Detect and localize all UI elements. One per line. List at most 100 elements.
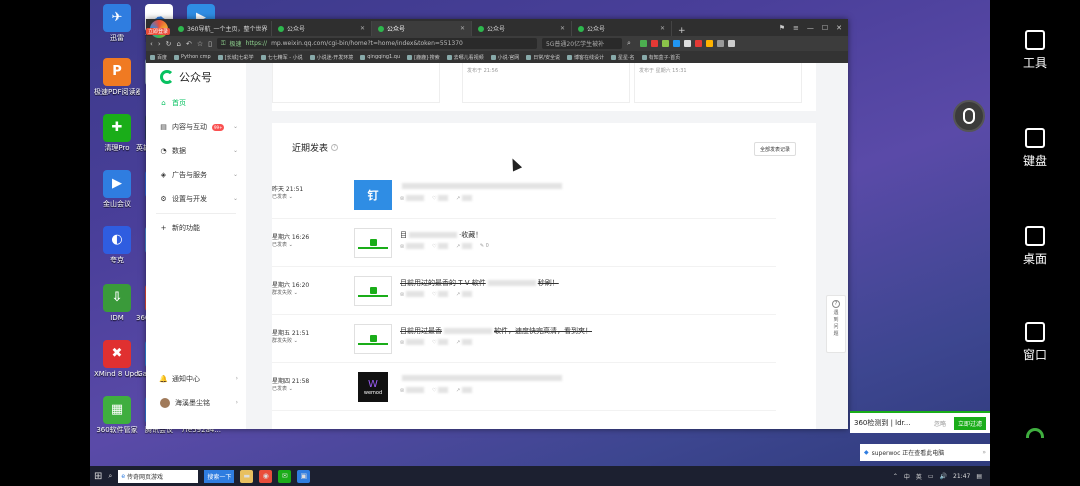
tab-close-icon[interactable]: ✕ (460, 25, 465, 32)
post-title[interactable] (400, 182, 564, 190)
browser-360-icon[interactable]: ◉ (259, 469, 273, 483)
back-icon[interactable]: ‹ (150, 40, 153, 48)
extension-icon[interactable] (672, 40, 680, 47)
tab-close-icon[interactable]: ✕ (560, 25, 565, 32)
top-card[interactable]: 发布于 21:56 (462, 63, 630, 103)
extension-icon[interactable] (716, 40, 724, 47)
post-status[interactable]: 已发表 ⌄ (272, 193, 293, 200)
desktop-icon[interactable]: ✈ 迅雷 (94, 4, 140, 42)
browser-tab[interactable]: 公众号 ✕ (572, 21, 672, 36)
sidebar-icon[interactable]: ▯ (208, 40, 212, 48)
extension-icon[interactable] (661, 40, 669, 47)
post-row[interactable]: 星期五 21:51 群发失败 ⌄ 目前用过最香 软件，速度快完高清，看到爽！ ◎ ♡ ↗ (272, 315, 776, 363)
app-icon[interactable]: ▣ (297, 469, 311, 483)
panel-button[interactable]: 窗口 (990, 322, 1080, 363)
all-records-button[interactable]: 全部发表记录 (753, 142, 796, 156)
search-icon[interactable]: ⌕ (627, 39, 631, 48)
browser-search-box[interactable]: 5G普通20亿学生被补 (541, 38, 622, 49)
extension-icon[interactable] (683, 40, 691, 47)
popup-action-button[interactable]: 立即过滤 (953, 416, 986, 430)
bookmark-item[interactable]: 有知盒子·首页 (641, 54, 680, 61)
desktop-icon[interactable]: ◐ 夸克 (94, 226, 140, 264)
extension-icon[interactable] (705, 40, 713, 47)
lang-label[interactable]: 英 (916, 472, 922, 481)
tab-close-icon[interactable]: ✕ (660, 25, 665, 32)
bookmark-item[interactable]: [长城]七彩学 (217, 54, 254, 61)
sidebar-item[interactable]: ▤ 内容与互动 99+ ⌄ (146, 115, 246, 139)
bookmark-item[interactable]: 七七精军 - 小说 (260, 54, 303, 61)
post-row[interactable]: 星期六 16:26 已发表 ⌄ 目 ·收藏！ ◎ ♡ ↗ ✎ 0 (272, 219, 776, 267)
panel-button[interactable]: 键盘 (990, 128, 1080, 169)
tab-close-icon[interactable]: ✕ (360, 25, 365, 32)
bookmark-item[interactable]: 小说·官网 (490, 54, 519, 61)
post-status[interactable]: 已发表 ⌄ (272, 385, 293, 392)
bookmark-item[interactable]: 博客在线设计 (566, 54, 604, 61)
top-card[interactable] (272, 63, 440, 103)
post-row[interactable]: 星期四 21:58 已发表 ⌄ Wwemod ◎ ♡ ↗ (272, 363, 776, 411)
desktop-icon[interactable]: ▦ 360软件管家 (94, 396, 140, 434)
post-title[interactable]: 目前用过最香 软件，速度快完高清，看到爽！ (400, 326, 592, 336)
post-row[interactable]: 昨天 21:51 已发表 ⌄ 钉 ◎ ♡ ↗ (272, 171, 776, 219)
home-icon[interactable]: ⌂ (177, 40, 181, 48)
reload-icon[interactable]: ↻ (166, 40, 172, 48)
sidebar-item[interactable]: ◔ 数据 ⌄ (146, 139, 246, 163)
extension-icon[interactable] (650, 40, 658, 47)
desktop-icon[interactable]: ⇩ IDM (94, 284, 140, 322)
address-bar[interactable]: ⚿ 极速 https://mp.weixin.qq.com/cgi-bin/ho… (216, 38, 537, 49)
sidebar-item[interactable]: ◈ 广告与服务 ⌄ (146, 163, 246, 187)
bookmark-item[interactable]: Python cmp (174, 54, 211, 60)
help-float[interactable]: ? 遇到问题 (826, 295, 846, 353)
sidebar-item[interactable]: ⌂ 首页 (146, 91, 246, 115)
bookmark-item[interactable]: qingqing1.qu (360, 54, 400, 60)
expand-icon[interactable]: » (982, 449, 986, 456)
windows-start-icon[interactable]: ⊞ (94, 471, 102, 482)
browser-tab[interactable]: 公众号 ✕ (472, 21, 572, 36)
ime-label[interactable]: 中 (904, 472, 910, 481)
top-card[interactable]: 发布于 星期六 15:31 (634, 63, 802, 103)
forward-icon[interactable]: › (158, 40, 161, 48)
notify-center[interactable]: 🔔 通知中心 › (146, 367, 246, 391)
bookmark-item[interactable]: 星星·名 (610, 54, 635, 61)
post-title[interactable]: 目 ·收藏！ (400, 230, 482, 240)
desktop-icon[interactable]: P 极速PDF阅读器 (94, 58, 140, 96)
mouse-mode-button[interactable] (953, 100, 985, 132)
popup-ignore[interactable]: 忽略 (934, 419, 946, 428)
login-badge[interactable]: 立即登录 (146, 28, 171, 35)
post-status[interactable]: 群发失败 ⌄ (272, 289, 298, 296)
clock[interactable]: 21:47 (953, 473, 970, 480)
desktop-icon[interactable]: ▶ 金山会议 (94, 170, 140, 208)
extension-icon[interactable] (694, 40, 702, 47)
bookmark-item[interactable]: 小说迷·开发环境 (309, 54, 353, 61)
bookmark-item[interactable]: 去哪儿看视频 (446, 54, 484, 61)
post-row[interactable]: 星期六 16:20 群发失败 ⌄ 目前用过的最香的 T V 软件 秒刷！ ◎ ♡ ↗ (272, 267, 776, 315)
menu-icon[interactable]: ≡ (793, 24, 799, 32)
undo-icon[interactable]: ↶ (186, 40, 192, 48)
help-question-icon[interactable]: ? (331, 143, 339, 151)
bookmark-item[interactable]: 百度 (150, 54, 167, 61)
mp-brand[interactable]: 公众号 (146, 63, 246, 91)
desktop-icon[interactable]: ✚ 清理Pro (94, 114, 140, 152)
new-feature-item[interactable]: + 新的功能 (146, 216, 246, 240)
tray-up-icon[interactable]: ⌃ (893, 473, 898, 480)
bookmark-item[interactable]: [鹿鹿]·搜索 (407, 54, 440, 61)
desktop-icon[interactable]: ✖ XMind 8 Update 9 (94, 340, 140, 378)
extension-icon[interactable] (639, 40, 647, 47)
task-search-icon[interactable]: ⌕ (108, 472, 112, 481)
bookmark-item[interactable]: 日常/安全说 (526, 54, 560, 61)
post-status[interactable]: 已发表 ⌄ (272, 241, 293, 248)
account-item[interactable]: 海溪墨尘铭 › (146, 391, 246, 415)
close-icon[interactable]: ✕ (836, 24, 842, 32)
post-title[interactable]: 目前用过的最香的 T V 软件 秒刷！ (400, 278, 559, 288)
explorer-icon[interactable]: ▬ (240, 469, 254, 483)
notification-icon[interactable]: ▤ (976, 473, 982, 480)
minimize-icon[interactable]: — (807, 24, 814, 32)
extension-icon[interactable] (727, 40, 735, 47)
post-status[interactable]: 群发失败 ⌄ (272, 337, 298, 344)
maximize-icon[interactable]: ☐ (822, 24, 828, 32)
browser-tab[interactable]: 360导航_一个主页，整个世界✕ (172, 21, 272, 36)
browser-tab[interactable]: 公众号 ✕ (372, 21, 472, 36)
browser-tab[interactable]: 公众号 ✕ (272, 21, 372, 36)
panel-button[interactable]: 工具 (990, 30, 1080, 71)
wechat-icon[interactable]: ✉ (278, 469, 292, 483)
taskbar-search-button[interactable]: 搜索一下 (204, 469, 235, 483)
